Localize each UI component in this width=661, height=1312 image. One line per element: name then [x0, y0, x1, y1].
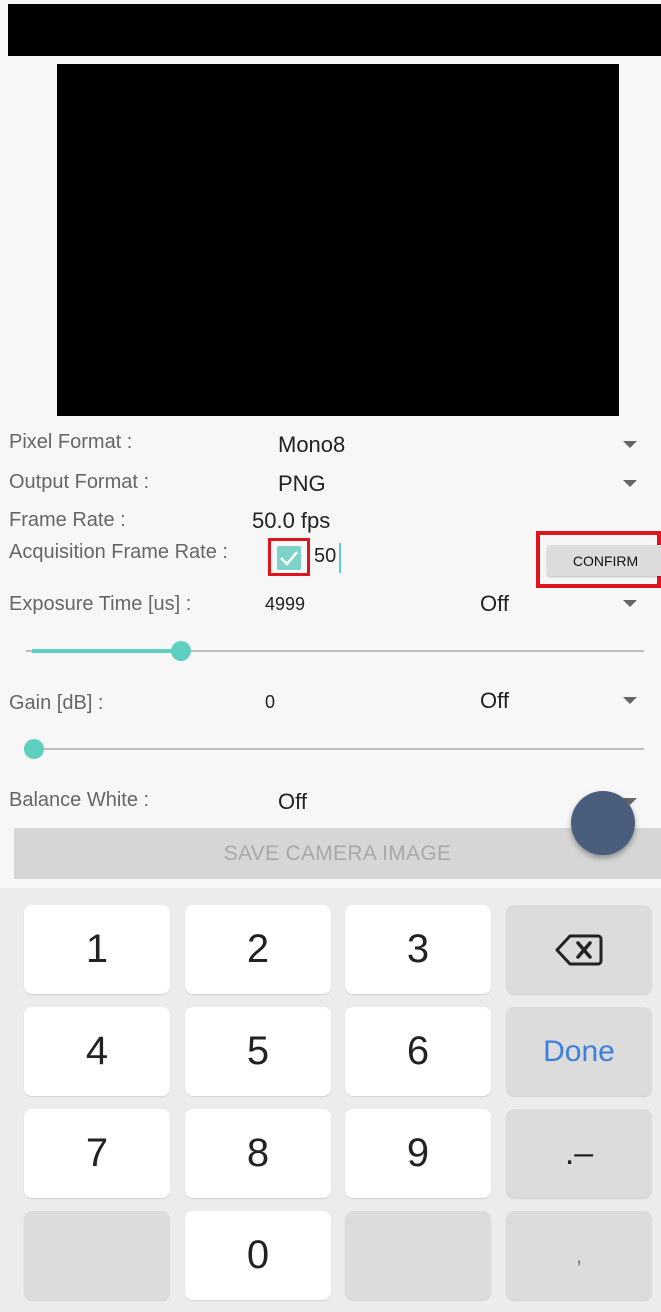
- gain-slider[interactable]: [24, 736, 644, 762]
- frame-rate-label: Frame Rate :: [9, 509, 126, 531]
- backspace-icon: [555, 934, 603, 965]
- acquisition-frame-rate-checkbox[interactable]: [277, 546, 301, 570]
- blank-key-right: [345, 1211, 491, 1300]
- gain-label: Gain [dB] :: [9, 692, 104, 714]
- gain-slider-track: [24, 748, 644, 750]
- blank-key-left: [24, 1211, 170, 1300]
- camera-preview: [57, 64, 619, 416]
- balance-white-value: Off: [278, 789, 307, 814]
- key-2[interactable]: 2: [185, 905, 331, 994]
- output-format-label: Output Format :: [9, 471, 150, 493]
- text-cursor: [339, 543, 341, 573]
- numeric-keyboard: 1 2 3 4 5 6 Done 7 8 9 .– 0 ,: [0, 888, 661, 1312]
- key-3[interactable]: 3: [345, 905, 491, 994]
- gain-auto-value: Off: [480, 688, 509, 713]
- gain-auto-dropdown[interactable]: Off: [480, 685, 650, 719]
- save-camera-image-button[interactable]: SAVE CAMERA IMAGE: [14, 828, 661, 879]
- dropdown-arrow-icon: [623, 697, 637, 704]
- confirm-button-highlight: CONFIRM: [536, 531, 661, 588]
- checkmark-icon: [280, 551, 298, 566]
- dot-minus-key[interactable]: .–: [506, 1109, 652, 1198]
- exposure-auto-value: Off: [480, 591, 509, 616]
- key-5[interactable]: 5: [185, 1007, 331, 1096]
- key-9[interactable]: 9: [345, 1109, 491, 1198]
- exposure-slider[interactable]: [26, 638, 644, 664]
- pixel-format-dropdown[interactable]: Mono8: [278, 427, 650, 461]
- key-0[interactable]: 0: [185, 1211, 331, 1300]
- exposure-auto-dropdown[interactable]: Off: [480, 588, 650, 622]
- key-6[interactable]: 6: [345, 1007, 491, 1096]
- key-4[interactable]: 4: [24, 1007, 170, 1096]
- acquisition-frame-rate-checkbox-highlight: [268, 538, 310, 576]
- done-key[interactable]: Done: [506, 1007, 652, 1096]
- acquisition-frame-rate-label: Acquisition Frame Rate :: [9, 541, 228, 563]
- key-8[interactable]: 8: [185, 1109, 331, 1198]
- frame-rate-value: 50.0 fps: [252, 508, 331, 533]
- confirm-button[interactable]: CONFIRM: [547, 545, 661, 576]
- output-format-dropdown[interactable]: PNG: [278, 466, 650, 500]
- output-format-value: PNG: [278, 471, 326, 496]
- key-1[interactable]: 1: [24, 905, 170, 994]
- exposure-slider-thumb[interactable]: [171, 641, 191, 661]
- key-7[interactable]: 7: [24, 1109, 170, 1198]
- status-bar: [8, 4, 661, 56]
- exposure-time-label: Exposure Time [us] :: [9, 593, 192, 615]
- exposure-slider-fill: [32, 649, 181, 653]
- dropdown-arrow-icon: [623, 480, 637, 487]
- gain-slider-thumb[interactable]: [24, 739, 44, 759]
- acquisition-frame-rate-input[interactable]: 50: [314, 545, 336, 568]
- floating-action-button[interactable]: [571, 791, 635, 855]
- dropdown-arrow-icon: [623, 441, 637, 448]
- exposure-time-value: 4999: [265, 594, 306, 614]
- pixel-format-value: Mono8: [278, 432, 346, 457]
- gain-value: 0: [265, 692, 276, 712]
- backspace-key[interactable]: [506, 905, 652, 994]
- pixel-format-label: Pixel Format :: [9, 431, 133, 453]
- dropdown-arrow-icon: [623, 600, 637, 607]
- balance-white-label: Balance White :: [9, 789, 150, 811]
- comma-key[interactable]: ,: [506, 1211, 652, 1300]
